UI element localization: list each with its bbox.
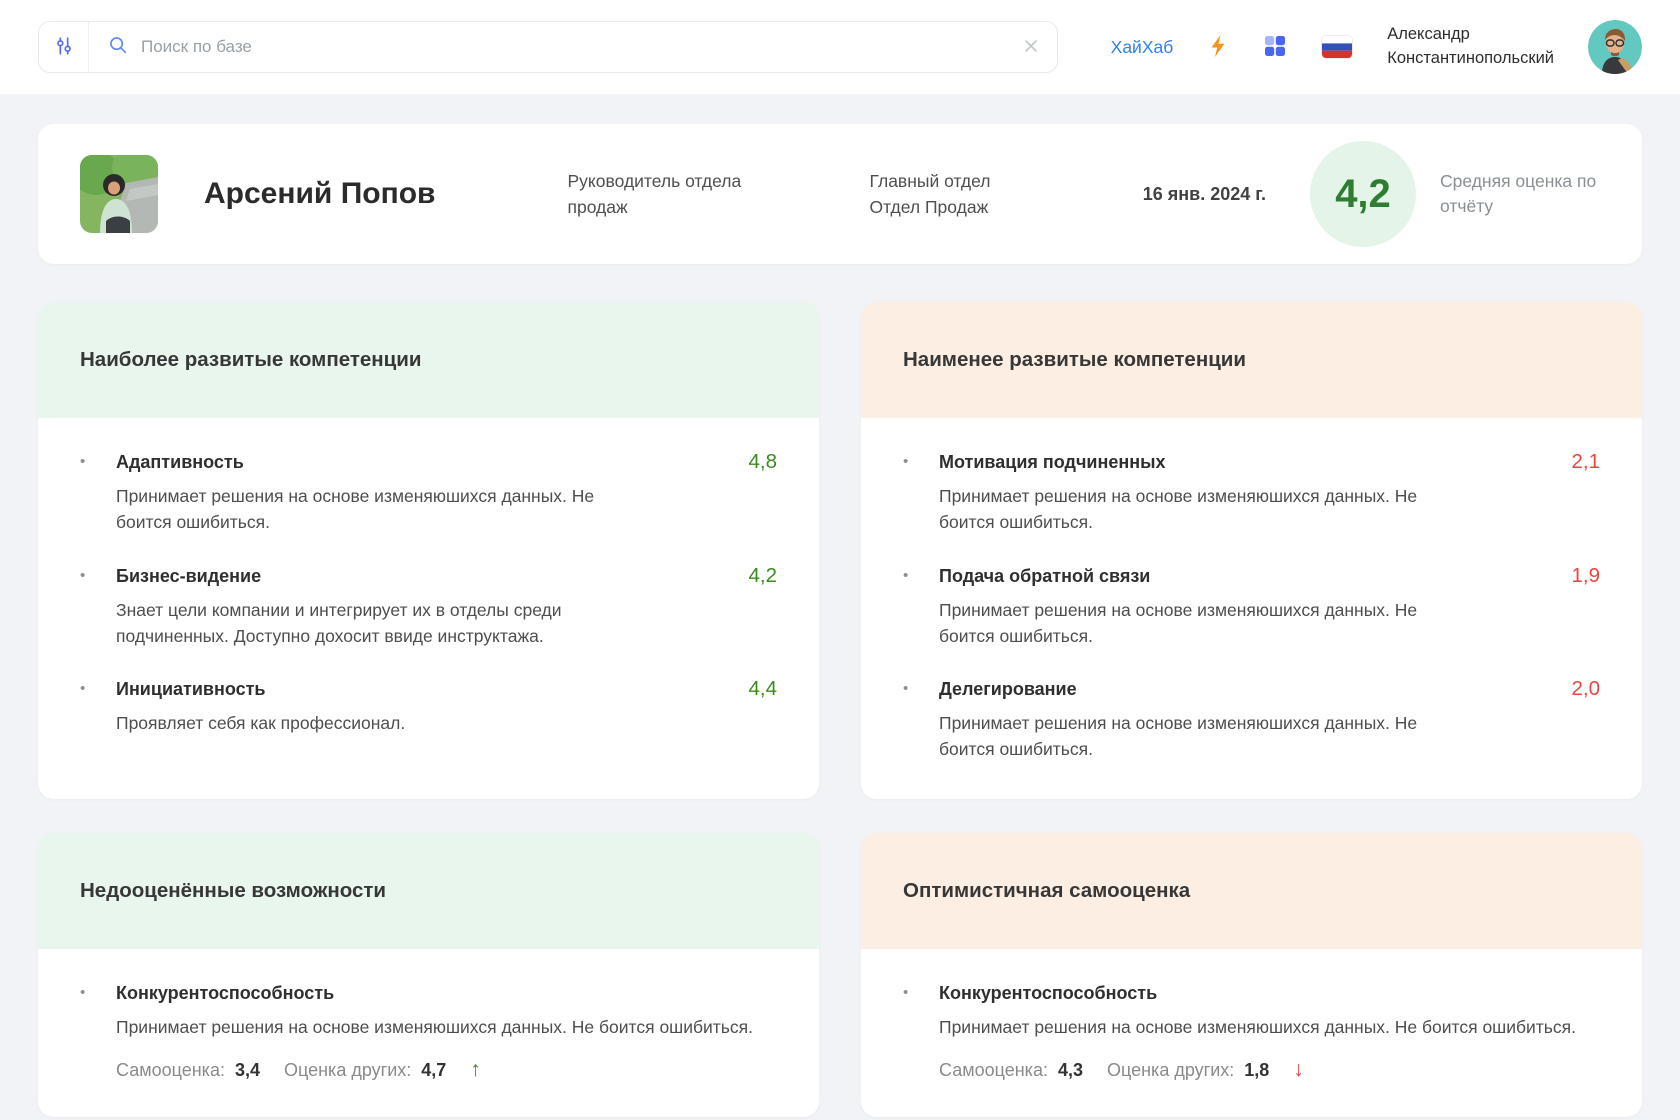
card-title: Оптимистичная самооценка <box>861 833 1642 949</box>
self-score-label: Самооценка: <box>939 1060 1048 1081</box>
competency-description: Проявляет себя как профессионал. <box>116 710 651 736</box>
competency-name: Адаптивность <box>116 450 707 474</box>
self-score-value: 4,3 <box>1058 1060 1083 1081</box>
competency-description: Принимает решения на основе изменяюшихся… <box>939 1014 1579 1040</box>
others-score-value: 4,7 <box>421 1060 446 1081</box>
trend-down-icon <box>1293 1060 1304 1080</box>
competency-name: Бизнес-видение <box>116 564 707 588</box>
report-date: 16 янв. 2024 г. <box>1143 184 1266 205</box>
competency-row: • Конкурентоспособность Принимает решени… <box>903 981 1600 1081</box>
competency-row: • Инициативность 4,4 Проявляет себя как … <box>80 677 777 736</box>
language-button[interactable] <box>1321 35 1353 59</box>
employee-photo <box>80 155 158 233</box>
bullet-icon: • <box>80 981 116 1005</box>
competency-name: Инициативность <box>116 677 707 701</box>
employee-summary-card: Арсений Попов Руководитель отдела продаж… <box>38 124 1642 264</box>
competency-name: Мотивация подчиненных <box>939 450 1530 474</box>
others-score-value: 1,8 <box>1244 1060 1269 1081</box>
competency-name: Конкурентоспособность <box>939 981 1530 1005</box>
card-title: Недооценённые возможности <box>38 833 819 949</box>
competency-row: • Бизнес-видение 4,2 Знает цели компании… <box>80 564 777 650</box>
competency-description: Принимает решения на основе изменяюшихся… <box>939 483 1474 536</box>
competency-score: 2,0 <box>1530 677 1600 701</box>
card-most-developed: Наиболее развитые компетенции • Адаптивн… <box>38 302 819 799</box>
card-least-developed: Наименее развитые компетенции • Мотиваци… <box>861 302 1642 799</box>
card-title: Наиболее развитые компетенции <box>38 302 819 418</box>
bullet-icon: • <box>903 450 939 474</box>
bullet-icon: • <box>80 450 116 474</box>
trend-up-icon <box>470 1060 481 1080</box>
apps-grid-icon <box>1263 34 1287 61</box>
search-input[interactable] <box>141 37 1011 57</box>
competency-row: • Делегирование 2,0 Принимает решения на… <box>903 677 1600 763</box>
bullet-icon: • <box>80 564 116 588</box>
employee-department: Главный отдел Отдел Продаж <box>869 168 1029 221</box>
competency-description: Принимает решения на основе изменяюшихся… <box>116 1014 756 1040</box>
apps-grid-button[interactable] <box>1263 34 1287 61</box>
others-score-label: Оценка других: <box>1107 1060 1234 1081</box>
competency-name: Делегирование <box>939 677 1530 701</box>
bullet-icon: • <box>903 564 939 588</box>
competency-description: Принимает решения на основе изменяюшихся… <box>116 483 651 536</box>
average-score-badge: 4,2 <box>1310 141 1416 247</box>
competency-score: 2,1 <box>1530 450 1600 474</box>
competency-score: 4,8 <box>707 450 777 474</box>
russian-flag-icon <box>1322 36 1352 58</box>
search-icon <box>107 34 129 61</box>
bullet-icon: • <box>903 677 939 701</box>
average-score-label: Средняя оценка по отчёту <box>1440 169 1600 220</box>
lightning-button[interactable] <box>1207 34 1229 61</box>
competency-description: Принимает решения на основе изменяюшихся… <box>939 710 1474 763</box>
card-optimistic-self-assessment: Оптимистичная самооценка • Конкурентоспо… <box>861 833 1642 1117</box>
filter-sliders-icon <box>53 35 75 60</box>
clear-search-button[interactable] <box>1023 38 1039 57</box>
lightning-icon <box>1207 34 1229 61</box>
others-score-label: Оценка других: <box>284 1060 411 1081</box>
self-score-label: Самооценка: <box>116 1060 225 1081</box>
report-page: Арсений Попов Руководитель отдела продаж… <box>0 124 1680 1117</box>
competency-score: 4,4 <box>707 677 777 701</box>
competency-name: Конкурентоспособность <box>116 981 707 1005</box>
score-comparison-row: Самооценка: 3,4 Оценка других: 4,7 <box>116 1060 777 1081</box>
current-user-name[interactable]: Александр Константинопольский <box>1387 23 1554 71</box>
score-comparison-row: Самооценка: 4,3 Оценка других: 1,8 <box>939 1060 1600 1081</box>
topbar: ХайХаб <box>0 0 1680 94</box>
competency-row: • Конкурентоспособность Принимает решени… <box>80 981 777 1081</box>
competency-score: 1,9 <box>1530 564 1600 588</box>
bullet-icon: • <box>903 981 939 1005</box>
self-score-value: 3,4 <box>235 1060 260 1081</box>
user-avatar[interactable] <box>1588 20 1642 74</box>
competency-name: Подача обратной связи <box>939 564 1530 588</box>
employee-role: Руководитель отдела продаж <box>567 168 777 221</box>
card-underrated-opportunities: Недооценённые возможности • Конкурентосп… <box>38 833 819 1117</box>
competency-row: • Мотивация подчиненных 2,1 Принимает ре… <box>903 450 1600 536</box>
brand-link[interactable]: ХайХаб <box>1111 37 1174 58</box>
competency-score: 4,2 <box>707 564 777 588</box>
employee-name: Арсений Попов <box>204 177 435 211</box>
bullet-icon: • <box>80 677 116 701</box>
competency-row: • Подача обратной связи 1,9 Принимает ре… <box>903 564 1600 650</box>
competency-row: • Адаптивность 4,8 Принимает решения на … <box>80 450 777 536</box>
competency-description: Знает цели компании и интегрирует их в о… <box>116 597 651 650</box>
search-bar <box>38 21 1058 73</box>
card-title: Наименее развитые компетенции <box>861 302 1642 418</box>
close-icon <box>1023 38 1039 57</box>
filter-button[interactable] <box>39 22 89 72</box>
competency-description: Принимает решения на основе изменяюшихся… <box>939 597 1474 650</box>
